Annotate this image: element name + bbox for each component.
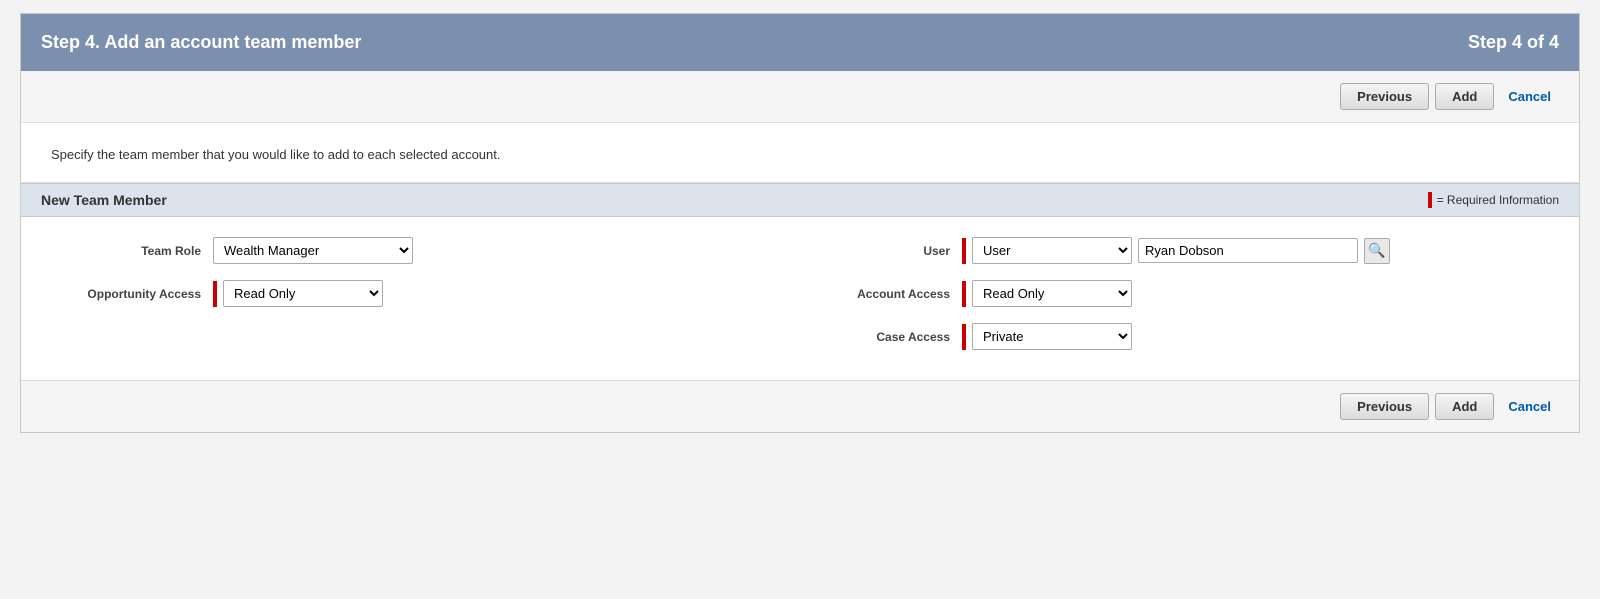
lookup-icon: 🔍 bbox=[1368, 242, 1385, 259]
account-access-row: Account Access Read Only Read/Write No A… bbox=[800, 280, 1549, 307]
case-access-control: Private Read Only Read/Write bbox=[962, 323, 1132, 350]
user-required-indicator bbox=[962, 238, 966, 264]
case-access-required-indicator bbox=[962, 324, 966, 350]
description-text: Specify the team member that you would l… bbox=[51, 147, 1549, 162]
opportunity-access-control: Read Only Read/Write No Access bbox=[213, 280, 383, 307]
bottom-toolbar: Previous Add Cancel bbox=[21, 380, 1579, 432]
team-role-control: Wealth Manager Account Manager Sales Rep… bbox=[213, 237, 413, 264]
step-indicator: Step 4 of 4 bbox=[1468, 32, 1559, 53]
top-previous-button[interactable]: Previous bbox=[1340, 83, 1429, 110]
user-name-input[interactable] bbox=[1138, 238, 1358, 263]
wizard-title: Step 4. Add an account team member bbox=[41, 32, 361, 53]
required-legend-text: = Required Information bbox=[1437, 193, 1559, 207]
top-toolbar: Previous Add Cancel bbox=[21, 71, 1579, 123]
wizard-container: Step 4. Add an account team member Step … bbox=[20, 13, 1580, 433]
team-role-label: Team Role bbox=[51, 244, 201, 258]
required-legend: = Required Information bbox=[1428, 192, 1559, 208]
account-access-required-indicator bbox=[962, 281, 966, 307]
account-access-control: Read Only Read/Write No Access bbox=[962, 280, 1132, 307]
bottom-add-button[interactable]: Add bbox=[1435, 393, 1494, 420]
top-cancel-link[interactable]: Cancel bbox=[1500, 84, 1559, 109]
form-right: User User Group Role 🔍 bbox=[800, 237, 1549, 350]
account-access-select[interactable]: Read Only Read/Write No Access bbox=[972, 280, 1132, 307]
case-access-label: Case Access bbox=[800, 330, 950, 344]
wizard-header: Step 4. Add an account team member Step … bbox=[21, 14, 1579, 71]
required-bar-icon bbox=[1428, 192, 1432, 208]
case-access-row: Case Access Private Read Only Read/Write bbox=[800, 323, 1549, 350]
form-left: Team Role Wealth Manager Account Manager… bbox=[51, 237, 800, 350]
opportunity-access-required-indicator bbox=[213, 281, 217, 307]
bottom-previous-button[interactable]: Previous bbox=[1340, 393, 1429, 420]
section-title: New Team Member bbox=[41, 192, 167, 208]
team-role-select[interactable]: Wealth Manager Account Manager Sales Rep… bbox=[213, 237, 413, 264]
case-access-select[interactable]: Private Read Only Read/Write bbox=[972, 323, 1132, 350]
bottom-cancel-link[interactable]: Cancel bbox=[1500, 394, 1559, 419]
account-access-label: Account Access bbox=[800, 287, 950, 301]
opportunity-access-label: Opportunity Access bbox=[51, 287, 201, 301]
team-role-row: Team Role Wealth Manager Account Manager… bbox=[51, 237, 800, 264]
form-section: Team Role Wealth Manager Account Manager… bbox=[21, 217, 1579, 380]
user-label: User bbox=[800, 244, 950, 258]
user-type-select[interactable]: User Group Role bbox=[972, 237, 1132, 264]
user-lookup-button[interactable]: 🔍 bbox=[1364, 238, 1390, 264]
opportunity-access-row: Opportunity Access Read Only Read/Write … bbox=[51, 280, 800, 307]
opportunity-access-select[interactable]: Read Only Read/Write No Access bbox=[223, 280, 383, 307]
top-add-button[interactable]: Add bbox=[1435, 83, 1494, 110]
description-section: Specify the team member that you would l… bbox=[21, 123, 1579, 183]
user-row: User User Group Role 🔍 bbox=[800, 237, 1549, 264]
form-grid: Team Role Wealth Manager Account Manager… bbox=[51, 237, 1549, 350]
user-control: User Group Role 🔍 bbox=[962, 237, 1390, 264]
section-header: New Team Member = Required Information bbox=[21, 183, 1579, 217]
